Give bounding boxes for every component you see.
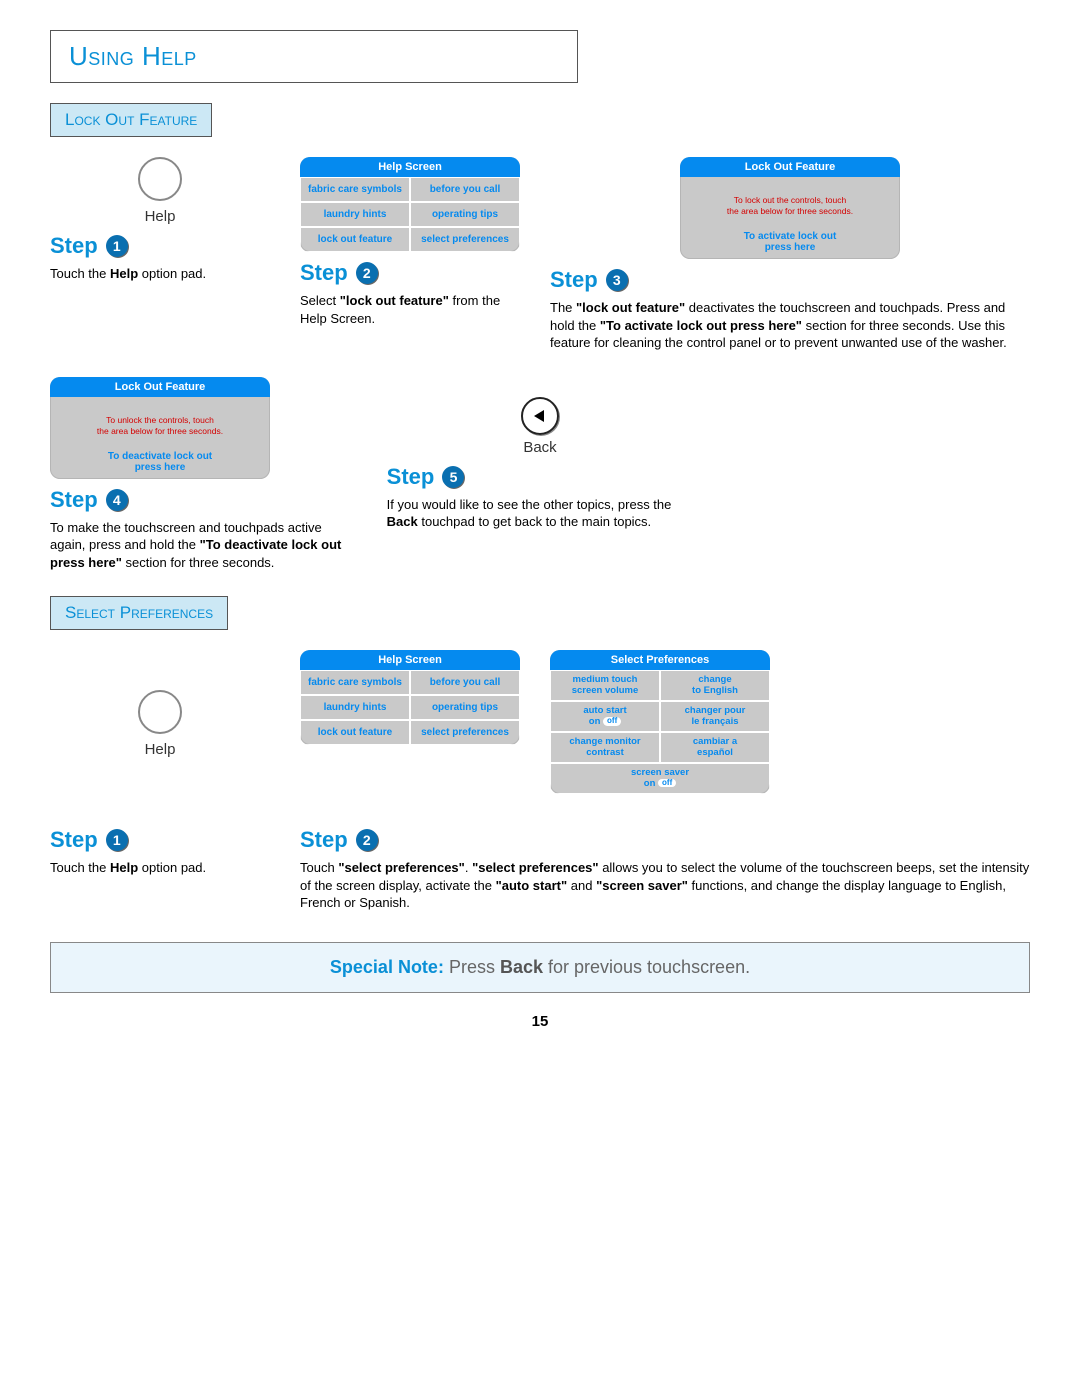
section-tag-preferences: Select Preferences xyxy=(50,596,228,630)
help-cell[interactable]: operating tips xyxy=(410,202,520,227)
help-cell[interactable]: lock out feature xyxy=(300,720,410,745)
pref-cell-autostart[interactable]: auto starton off xyxy=(550,701,660,732)
help-cell[interactable]: fabric care symbols xyxy=(300,670,410,695)
step4-label: Step 4 xyxy=(50,487,357,513)
page-number: 15 xyxy=(50,1013,1030,1030)
help-pad-label-2: Help xyxy=(50,741,270,758)
step3-label: Step 3 xyxy=(550,267,1030,293)
pref-step1-desc: Touch the Help option pad. xyxy=(50,859,270,877)
step1-col: Help Step 1 Touch the Help option pad. xyxy=(50,157,270,283)
pref-step1-col: Help xyxy=(50,650,270,764)
page-title-box: Using Help xyxy=(50,30,578,83)
help-cell[interactable]: operating tips xyxy=(410,695,520,720)
pref-cell-contrast[interactable]: change monitorcontrast xyxy=(550,732,660,763)
help-cell[interactable]: laundry hints xyxy=(300,695,410,720)
lockout-deactivate-area[interactable]: To deactivate lock outpress here xyxy=(50,447,270,479)
lockout-bar: Lock Out Feature xyxy=(680,157,900,177)
lockout-deactivate-screen: Lock Out Feature To unlock the controls,… xyxy=(50,377,270,479)
help-touchpad-2[interactable] xyxy=(138,690,182,734)
pref-help-screen-col: Help Screen fabric care symbols before y… xyxy=(300,650,520,745)
row-lockout-top: Help Step 1 Touch the Help option pad. H… xyxy=(50,157,1030,352)
help-touchpad[interactable] xyxy=(138,157,182,201)
pref-cell-screensaver[interactable]: screen saveron off xyxy=(550,763,770,794)
help-pad-label: Help xyxy=(50,208,270,225)
pref-step2-label: Step 2 xyxy=(300,827,1030,853)
note-lead: Special Note: xyxy=(330,957,444,977)
step1-label: Step 1 xyxy=(50,233,270,259)
select-preferences-screen: Select Preferences medium touchscreen vo… xyxy=(550,650,770,794)
pref-step1-label: Step 1 xyxy=(50,827,270,853)
pref-step2-label-col: Step 2 Touch "select preferences". "sele… xyxy=(300,819,1030,912)
pref-cell-french[interactable]: changer pourle français xyxy=(660,701,770,732)
step2-desc: Select "lock out feature" from the Help … xyxy=(300,292,520,327)
pref-cell-english[interactable]: changeto English xyxy=(660,670,770,701)
step5-desc: If you would like to see the other topic… xyxy=(387,496,694,531)
lockout-activate-screen: Lock Out Feature To lock out the control… xyxy=(680,157,900,259)
help-cell[interactable]: fabric care symbols xyxy=(300,177,410,202)
lockout-msg-2: To unlock the controls, touch the area b… xyxy=(50,397,270,447)
step3-desc: The "lock out feature" deactivates the t… xyxy=(550,299,1030,352)
help-cell[interactable]: select preferences xyxy=(410,227,520,252)
step2-number: 2 xyxy=(356,262,378,284)
lockout-activate-area[interactable]: To activate lock outpress here xyxy=(680,227,900,259)
help-pad-wrap: Help xyxy=(50,157,270,225)
step5-col: Back Step 5 If you would like to see the… xyxy=(387,377,694,531)
help-pad-wrap-2: Help xyxy=(50,690,270,758)
lockout-msg: To lock out the controls, touch the area… xyxy=(680,177,900,227)
special-note-box: Special Note: Press Back for previous to… xyxy=(50,942,1030,993)
lockout-bar-2: Lock Out Feature xyxy=(50,377,270,397)
section-tag-lockout: Lock Out Feature xyxy=(50,103,212,137)
help-cell[interactable]: before you call xyxy=(410,177,520,202)
pref-step2-desc: Touch "select preferences". "select pref… xyxy=(300,859,1030,912)
pref-cell-volume[interactable]: medium touchscreen volume xyxy=(550,670,660,701)
help-screen-bar: Help Screen xyxy=(300,157,520,177)
help-cell[interactable]: lock out feature xyxy=(300,227,410,252)
step5-label: Step 5 xyxy=(387,464,694,490)
row-lockout-bottom: Lock Out Feature To unlock the controls,… xyxy=(50,377,1030,572)
back-arrow-icon xyxy=(532,408,548,424)
step1-desc: Touch the Help option pad. xyxy=(50,265,270,283)
step4-desc: To make the touchscreen and touchpads ac… xyxy=(50,519,357,572)
step4-number: 4 xyxy=(106,489,128,511)
step3-col: Lock Out Feature To lock out the control… xyxy=(550,157,1030,352)
step3-number: 3 xyxy=(606,269,628,291)
help-screen-depiction: Help Screen fabric care symbols before y… xyxy=(300,157,520,252)
step5-number: 5 xyxy=(442,466,464,488)
row-pref-steps: Step 1 Touch the Help option pad. Step 2… xyxy=(50,819,1030,912)
help-screen-depiction-2: Help Screen fabric care symbols before y… xyxy=(300,650,520,745)
pref-screen-col: Select Preferences medium touchscreen vo… xyxy=(550,650,770,794)
back-wrap: Back xyxy=(387,397,694,456)
row-pref-top: Help Help Screen fabric care symbols bef… xyxy=(50,650,1030,794)
help-cell[interactable]: laundry hints xyxy=(300,202,410,227)
step2-label: Step 2 xyxy=(300,260,520,286)
step2-col: Help Screen fabric care symbols before y… xyxy=(300,157,520,327)
back-touchpad[interactable] xyxy=(521,397,559,435)
pref-cell-spanish[interactable]: cambiar aespañol xyxy=(660,732,770,763)
help-cell[interactable]: select preferences xyxy=(410,720,520,745)
help-cell[interactable]: before you call xyxy=(410,670,520,695)
page-title: Using Help xyxy=(69,41,559,72)
step1-number: 1 xyxy=(106,235,128,257)
step4-col: Lock Out Feature To unlock the controls,… xyxy=(50,377,357,572)
pref-step1-label-col: Step 1 Touch the Help option pad. xyxy=(50,819,270,877)
back-label: Back xyxy=(387,439,694,456)
